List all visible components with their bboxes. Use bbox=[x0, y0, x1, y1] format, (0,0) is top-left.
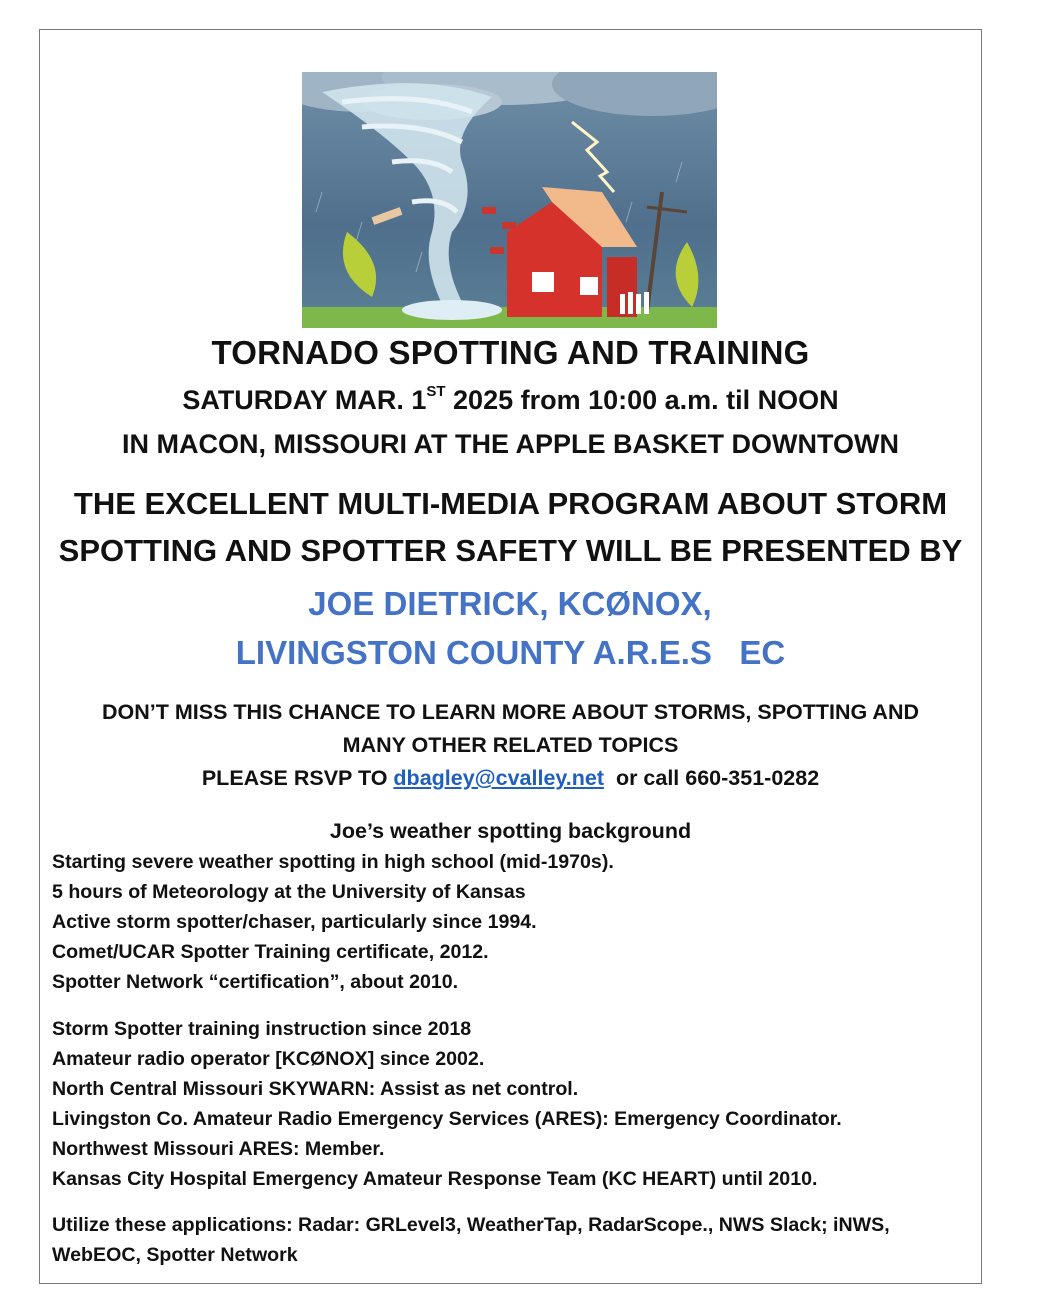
event-date: SATURDAY MAR. 1ST 2025 from 10:00 a.m. t… bbox=[39, 383, 982, 416]
rsvp-phone: or call 660-351-0282 bbox=[604, 766, 820, 790]
list-item: Starting severe weather spotting in high… bbox=[52, 851, 614, 873]
list-item: Storm Spotter training instruction since… bbox=[52, 1018, 472, 1040]
list-item: Spotter Network “certification”, about 2… bbox=[52, 971, 459, 993]
background-list-1: Starting severe weather spotting in high… bbox=[52, 847, 614, 997]
background-list-2: Storm Spotter training instruction since… bbox=[52, 1014, 842, 1194]
date-ordinal-suffix: ST bbox=[426, 383, 446, 400]
tornado-house-illustration bbox=[302, 72, 717, 328]
presenter-affiliation: LIVINGSTON COUNTY A.R.E.S EC bbox=[39, 634, 982, 672]
date-prefix: SATURDAY MAR. 1 bbox=[182, 385, 427, 415]
list-item: Kansas City Hospital Emergency Amateur R… bbox=[52, 1168, 818, 1190]
list-item: Active storm spotter/chaser, particularl… bbox=[52, 911, 537, 933]
invite-line-2: MANY OTHER RELATED TOPICS bbox=[342, 733, 679, 757]
event-title: TORNADO SPOTTING AND TRAINING bbox=[211, 334, 810, 371]
list-item: Northwest Missouri ARES: Member. bbox=[52, 1138, 385, 1160]
list-item: Comet/UCAR Spotter Training certificate,… bbox=[52, 941, 489, 963]
rsvp-prefix: PLEASE RSVP TO bbox=[201, 766, 394, 790]
presenter-name: JOE DIETRICK, KCØNOX, bbox=[308, 585, 712, 622]
rsvp-email-link[interactable]: dbagley@cvalley.net bbox=[393, 766, 604, 790]
list-item: 5 hours of Meteorology at the University… bbox=[52, 881, 526, 903]
invite-line-1: DON’T MISS THIS CHANCE TO LEARN MORE ABO… bbox=[101, 700, 920, 724]
affiliation-text: LIVINGSTON COUNTY A.R.E.S EC bbox=[235, 634, 786, 671]
date-rest: 2025 from 10:00 a.m. til NOON bbox=[445, 385, 839, 415]
program-line-2: SPOTTING AND SPOTTER SAFETY WILL BE PRES… bbox=[58, 533, 963, 568]
list-item: North Central Missouri SKYWARN: Assist a… bbox=[52, 1078, 579, 1100]
program-line-1: THE EXCELLENT MULTI-MEDIA PROGRAM ABOUT … bbox=[73, 486, 948, 521]
list-item: Livingston Co. Amateur Radio Emergency S… bbox=[52, 1108, 842, 1130]
list-item: Amateur radio operator [KCØNOX] since 20… bbox=[52, 1048, 485, 1070]
rsvp-line: PLEASE RSVP TO dbagley@cvalley.net or ca… bbox=[39, 766, 982, 791]
applications-text: Utilize these applications: Radar: GRLev… bbox=[52, 1214, 890, 1266]
event-location: IN MACON, MISSOURI AT THE APPLE BASKET D… bbox=[122, 429, 899, 459]
background-heading: Joe’s weather spotting background bbox=[329, 819, 692, 843]
applications-paragraph: Utilize these applications: Radar: GRLev… bbox=[52, 1210, 982, 1270]
